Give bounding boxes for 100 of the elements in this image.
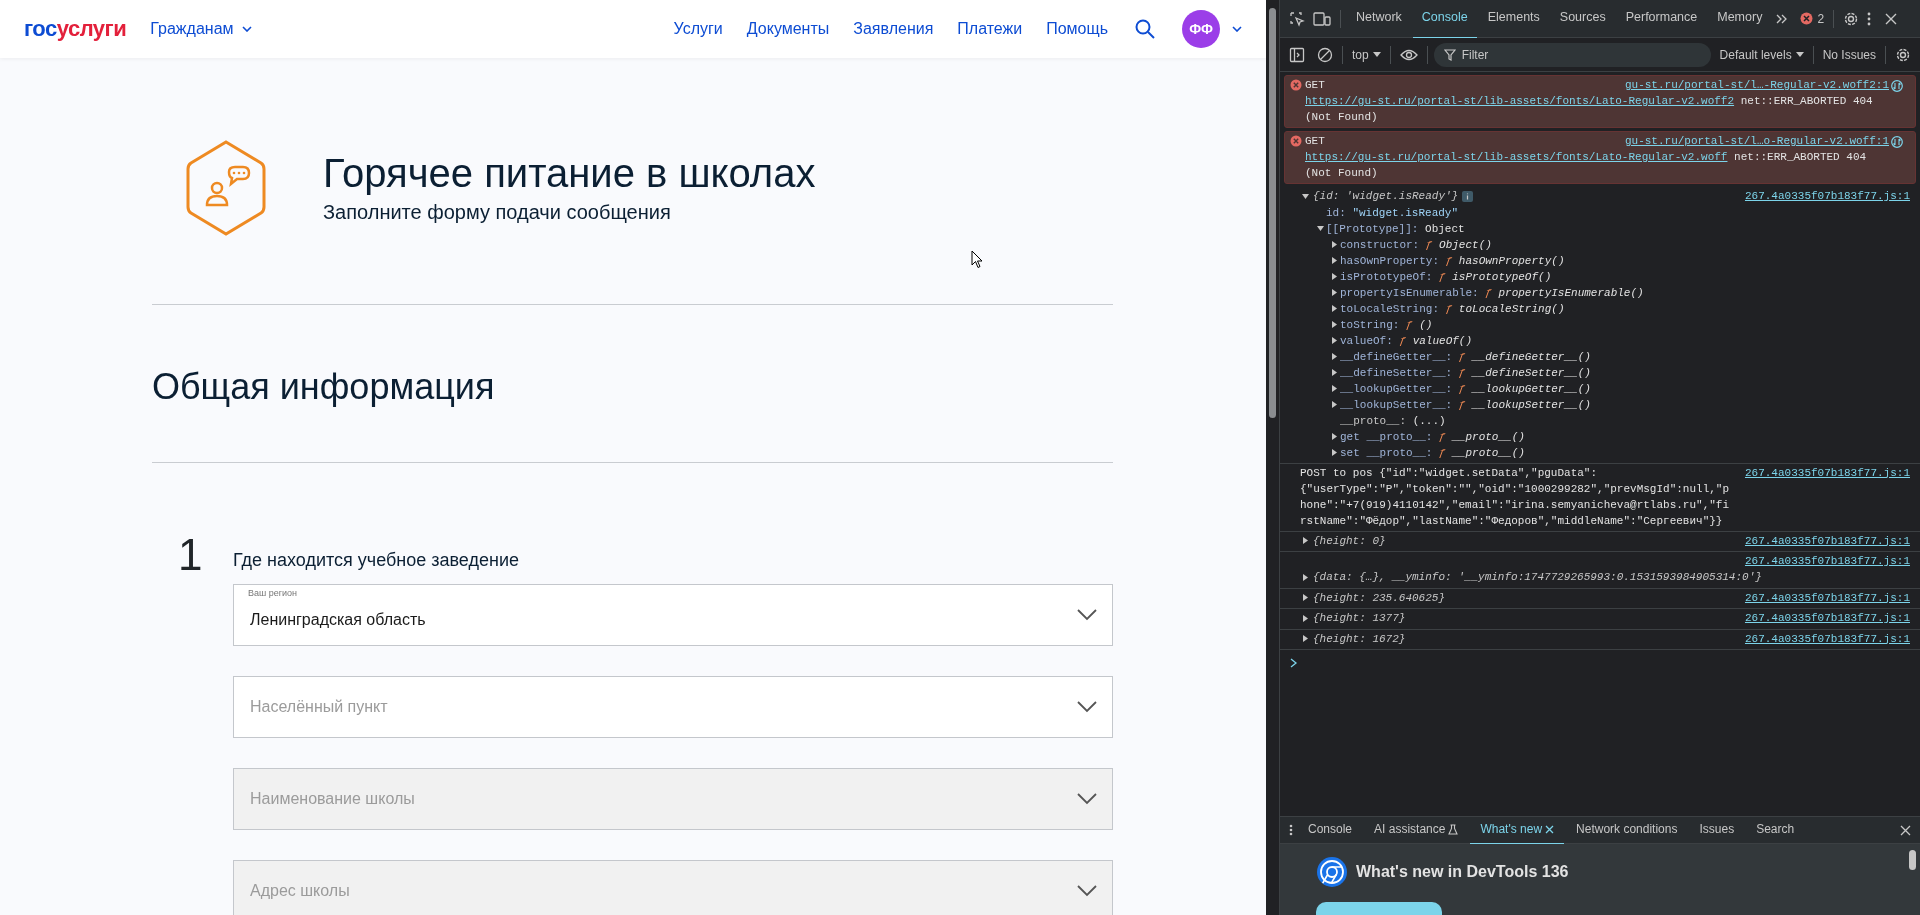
- whats-new-title: What's new in DevTools 136: [1356, 862, 1569, 882]
- audience-menu[interactable]: Гражданам: [150, 17, 252, 41]
- select-field[interactable]: Населённый пункт: [233, 676, 1113, 738]
- object-summary[interactable]: {height: 1672}: [1313, 630, 1406, 647]
- collapsed-triangle-icon[interactable]: [1330, 433, 1338, 440]
- close-icon[interactable]: [1545, 824, 1555, 834]
- property-line[interactable]: hasOwnProperty: ƒ hasOwnProperty(): [1340, 252, 1565, 269]
- flask-icon: [1448, 823, 1459, 835]
- source-link[interactable]: 267.4a0335f07b183f77.js:1: [1744, 553, 1910, 569]
- nav-link[interactable]: Услуги: [673, 17, 723, 41]
- devtools-tab[interactable]: Performance: [1616, 0, 1707, 39]
- property-line[interactable]: __proto__: (...): [1340, 412, 1446, 429]
- collapsed-triangle-icon[interactable]: [1330, 353, 1338, 360]
- property-line[interactable]: [[Prototype]]: Object: [1326, 220, 1465, 237]
- chevron-down-icon: [241, 26, 252, 32]
- levels-dropdown[interactable]: Default levels: [1716, 42, 1807, 67]
- collapsed-triangle-icon[interactable]: [1330, 305, 1338, 312]
- prompt-chevron-icon: [1290, 658, 1298, 668]
- nav-link[interactable]: Заявления: [853, 17, 934, 41]
- user-avatar[interactable]: ФФ: [1182, 10, 1220, 48]
- property-line[interactable]: __defineSetter__: ƒ __defineSetter__(): [1340, 364, 1591, 381]
- devtools-tab[interactable]: Elements: [1478, 0, 1549, 39]
- devtools-tab[interactable]: Sources: [1550, 0, 1615, 39]
- collapsed-triangle-icon[interactable]: [1302, 594, 1309, 601]
- collapsed-triangle-icon[interactable]: [1330, 449, 1338, 456]
- source-link[interactable]: 267.4a0335f07b183f77.js:1: [1744, 589, 1910, 606]
- property-line[interactable]: __lookupGetter__: ƒ __lookupGetter__(): [1340, 380, 1591, 397]
- expanded-triangle-icon[interactable]: [1316, 225, 1324, 232]
- property-line[interactable]: toString: ƒ (): [1340, 316, 1433, 333]
- collapsed-triangle-icon[interactable]: [1302, 635, 1309, 642]
- page-subtitle: Заполните форму подачи сообщения: [323, 200, 672, 225]
- network-icon[interactable]: [1891, 136, 1903, 148]
- mouse-cursor-icon: [971, 250, 983, 269]
- error-note: (Not Found): [1305, 166, 1378, 181]
- property-line[interactable]: valueOf: ƒ valueOf(): [1340, 332, 1473, 349]
- network-icon[interactable]: [1891, 80, 1903, 92]
- page-title: Горячее питание в школах: [323, 150, 816, 197]
- source-link[interactable]: 267.4a0335f07b183f77.js:1: [1744, 532, 1910, 549]
- devtools-tab[interactable]: Memory: [1708, 0, 1772, 39]
- collapsed-triangle-icon[interactable]: [1330, 241, 1338, 248]
- source-link[interactable]: 267.4a0335f07b183f77.js:1: [1744, 630, 1910, 647]
- field-label: Ваш регион: [248, 587, 298, 600]
- property-line[interactable]: __lookupSetter__: ƒ __lookupSetter__(): [1340, 396, 1591, 413]
- object-summary[interactable]: {data: {…}, __yminfo: '__yminfo:1747729265993:0.1531593984905314:0'}: [1313, 569, 1762, 585]
- collapsed-triangle-icon[interactable]: [1330, 257, 1338, 264]
- collapsed-triangle-icon[interactable]: [1330, 289, 1338, 296]
- devtools-tab[interactable]: Network: [1347, 0, 1411, 39]
- collapsed-triangle-icon[interactable]: [1330, 337, 1338, 344]
- source-link[interactable]: 267.4a0335f07b183f77.js:1: [1744, 188, 1910, 204]
- source-link[interactable]: 267.4a0335f07b183f77.js:1: [1744, 464, 1910, 481]
- chevron-down-icon: [1077, 609, 1097, 621]
- source-link[interactable]: gu-st.ru/portal-st/l…-Regular-v2.woff2:1: [1624, 77, 1889, 93]
- collapsed-triangle-icon[interactable]: [1330, 273, 1338, 280]
- drawer-tab[interactable]: Issues: [1689, 815, 1745, 845]
- property-line[interactable]: toLocaleString: ƒ toLocaleString(): [1340, 300, 1565, 317]
- request-method: GET: [1305, 79, 1325, 91]
- object-summary[interactable]: {height: 0}: [1313, 532, 1386, 549]
- settings-icon: [1895, 46, 1911, 63]
- issues-button[interactable]: No Issues: [1819, 42, 1879, 67]
- collapsed-triangle-icon[interactable]: [1302, 614, 1309, 622]
- nav-link[interactable]: Помощь: [1046, 17, 1108, 41]
- error-count-button[interactable]: 2: [1797, 6, 1828, 31]
- chevron-down-icon: [1077, 885, 1097, 897]
- drawer-tab[interactable]: Search: [1746, 815, 1805, 845]
- request-method: GET: [1305, 135, 1325, 147]
- filter-field[interactable]: Filter: [1433, 42, 1711, 67]
- drawer-tab[interactable]: Console: [1298, 815, 1363, 845]
- property-line[interactable]: __defineGetter__: ƒ __defineGetter__(): [1340, 348, 1591, 365]
- property-line[interactable]: constructor: ƒ Object(): [1340, 236, 1492, 253]
- url-link[interactable]: https://gu-st.ru/portal-st/lib-assets/fonts/Lato-Regular-v2.woff2: [1305, 93, 1735, 109]
- collapsed-triangle-icon[interactable]: [1330, 369, 1338, 376]
- collapsed-triangle-icon[interactable]: [1302, 573, 1309, 581]
- hexagon-chat-icon: [185, 139, 267, 237]
- source-link[interactable]: gu-st.ru/portal-st/l…o-Regular-v2.woff:1: [1624, 133, 1889, 149]
- error-icon: [1290, 79, 1302, 91]
- property-line[interactable]: isPrototypeOf: ƒ isPrototypeOf(): [1340, 268, 1552, 285]
- context-dropdown[interactable]: top: [1349, 42, 1384, 67]
- close-icon: [1885, 12, 1898, 25]
- object-summary[interactable]: {height: 1377}: [1313, 610, 1406, 626]
- url-link[interactable]: https://gu-st.ru/portal-st/lib-assets/fonts/Lato-Regular-v2.woff: [1305, 149, 1728, 165]
- nav-link[interactable]: Документы: [746, 17, 830, 41]
- site-logo[interactable]: госуслуги: [24, 18, 127, 40]
- nav-link[interactable]: Платежи: [957, 17, 1023, 41]
- drawer-tab[interactable]: AI assistance: [1364, 815, 1469, 845]
- object-summary[interactable]: {height: 235.640625}: [1313, 589, 1446, 606]
- drawer-tab[interactable]: Network conditions: [1566, 815, 1688, 845]
- property-line[interactable]: set __proto__: ƒ __proto__(): [1340, 444, 1525, 461]
- collapsed-triangle-icon[interactable]: [1330, 385, 1338, 392]
- expanded-triangle-icon[interactable]: [1302, 192, 1309, 200]
- filter-icon: [1443, 48, 1456, 61]
- collapsed-triangle-icon[interactable]: [1330, 401, 1338, 408]
- object-summary[interactable]: {id: 'widget.isReady'}: [1313, 188, 1459, 204]
- property-line[interactable]: id: "widget.isReady": [1326, 204, 1459, 221]
- property-line[interactable]: get __proto__: ƒ __proto__(): [1340, 428, 1525, 445]
- collapsed-triangle-icon[interactable]: [1302, 537, 1309, 544]
- collapsed-triangle-icon[interactable]: [1330, 321, 1338, 328]
- chevron-down-icon[interactable]: [1232, 26, 1242, 32]
- scrollbar: [1909, 850, 1916, 870]
- source-link[interactable]: 267.4a0335f07b183f77.js:1: [1744, 610, 1910, 626]
- property-line[interactable]: propertyIsEnumerable: ƒ propertyIsEnumerable(): [1340, 284, 1644, 301]
